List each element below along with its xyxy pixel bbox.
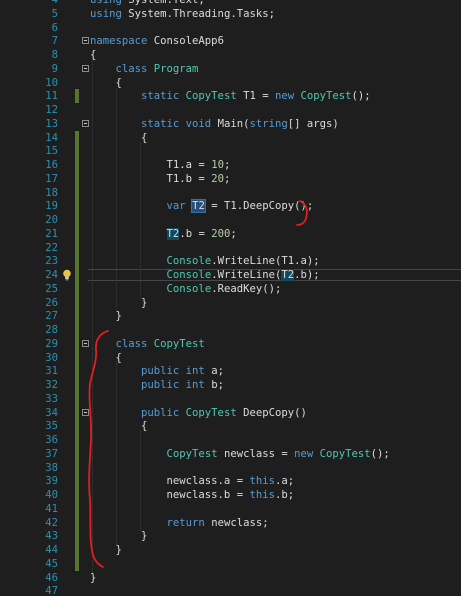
red-bracket-mark xyxy=(296,200,308,226)
red-brace-mark xyxy=(88,330,109,568)
red-annotation-layer xyxy=(88,200,308,568)
